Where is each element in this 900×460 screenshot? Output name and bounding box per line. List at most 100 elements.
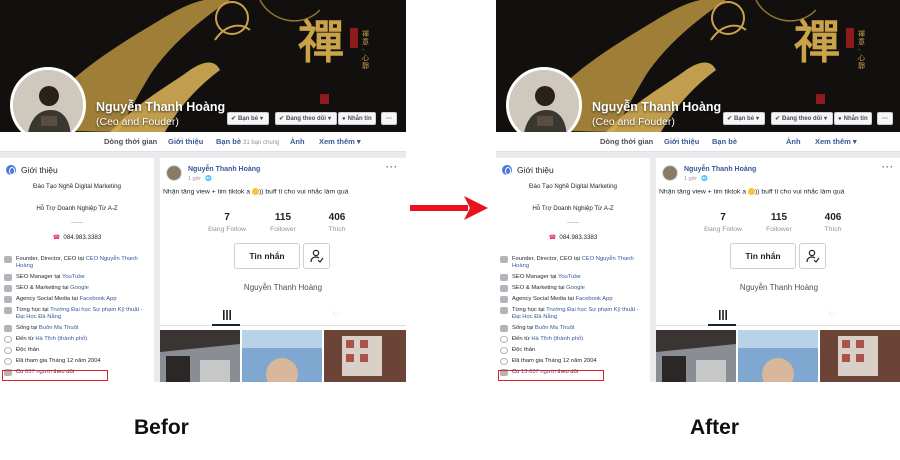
intro-item-link[interactable]: Hà Tĩnh (thành phố) xyxy=(35,336,87,342)
post-author-avatar[interactable] xyxy=(166,165,182,181)
briefcase-icon xyxy=(4,296,12,303)
tab-timeline[interactable]: Dòng thời gian xyxy=(600,137,653,146)
more-options-button[interactable]: ··· xyxy=(381,112,397,125)
intro-bio-line2: Hỗ Trợ Doanh Nghiệp Từ A-Z xyxy=(532,205,614,212)
post-author-name[interactable]: Nguyễn Thanh Hoàng xyxy=(684,166,756,173)
video-thumbnail[interactable] xyxy=(820,330,900,382)
tab-more[interactable]: Xem thêm ▾ xyxy=(815,137,857,146)
post-author-avatar[interactable] xyxy=(662,165,678,181)
stat-likes[interactable]: 406 Thích xyxy=(798,212,868,233)
intro-work-item: SEO Manager tại YouTube xyxy=(4,274,152,281)
more-options-label: ··· xyxy=(882,115,888,122)
intro-bio-separator: —— xyxy=(70,219,84,226)
profile-screenshot-after: 禪 禪 意 · 心 靜 Nguyễn Thanh Hoàng (Ceo and … xyxy=(496,0,900,382)
profile-name[interactable]: Nguyễn Thanh Hoàng xyxy=(592,100,721,114)
smile-emoji-icon xyxy=(747,188,755,195)
post-card: Nguyễn Thanh Hoàng 1 giờ · 🌐 ··· Nhận tă… xyxy=(656,158,900,382)
video-thumbnail[interactable] xyxy=(242,330,322,382)
grid-view-icon[interactable] xyxy=(718,310,728,320)
globe-icon xyxy=(6,165,16,175)
following-button[interactable]: ✔ Đang theo dõi ▾ xyxy=(275,112,338,125)
intro-item-text: Đã tham gia Tháng 12 năm 2004 xyxy=(512,358,597,364)
tiktok-message-button[interactable]: Tin nhắn xyxy=(234,243,300,269)
grid-view-icon[interactable] xyxy=(222,310,232,320)
intro-joined-item: Đã tham gia Tháng 12 năm 2004 xyxy=(4,358,152,365)
user-follow-icon xyxy=(309,249,323,263)
profile-name[interactable]: Nguyễn Thanh Hoàng xyxy=(96,100,225,114)
message-button[interactable]: ● Nhắn tin xyxy=(338,112,376,125)
intro-phone-number: 084.983.3383 xyxy=(63,234,102,241)
intro-title: Giới thiệu xyxy=(517,165,554,175)
intro-item-link[interactable]: YouTube xyxy=(62,274,85,280)
caption-before: Befor xyxy=(134,416,189,439)
tab-timeline[interactable]: Dòng thời gian xyxy=(104,137,157,146)
post-author-name[interactable]: Nguyễn Thanh Hoàng xyxy=(188,166,260,173)
intro-item-link[interactable]: Google xyxy=(566,285,585,291)
intro-item-text: Founder, Director, CEO tại xyxy=(16,256,86,262)
profile-screenshot-before: 禪 禪 意 · 心 靜 Nguyễn Thanh Hoàng (Ceo and … xyxy=(0,0,406,382)
video-thumbnail[interactable] xyxy=(738,330,818,382)
message-button-label: Nhắn tin xyxy=(347,115,372,122)
stat-likes[interactable]: 406 Thích xyxy=(302,212,372,233)
intro-item-link[interactable]: YouTube xyxy=(558,274,581,280)
intro-work-item: SEO & Marketing tại Google xyxy=(500,285,648,292)
tab-friends[interactable]: Bạn bè xyxy=(712,137,737,146)
video-thumbnail[interactable] xyxy=(160,330,240,382)
briefcase-icon xyxy=(500,285,508,292)
post-text: Nhận tăng view + tim tiktok a )) buff tí… xyxy=(163,188,348,195)
messenger-icon: ● xyxy=(342,115,346,122)
follow-user-button[interactable] xyxy=(303,243,330,269)
intro-item-text: Độc thân xyxy=(512,347,536,353)
tab-photos[interactable]: Ảnh xyxy=(290,137,305,146)
graduation-cap-icon xyxy=(500,307,508,314)
messenger-icon: ● xyxy=(838,115,842,122)
post-options-button[interactable]: ··· xyxy=(882,162,894,172)
phone-icon: ☎ xyxy=(52,234,61,241)
video-thumbnail[interactable] xyxy=(324,330,406,382)
location-pin-icon xyxy=(500,336,508,343)
follow-user-button[interactable] xyxy=(799,243,826,269)
tab-more[interactable]: Xem thêm ▾ xyxy=(319,137,361,146)
following-button[interactable]: ✔ Đang theo dõi ▾ xyxy=(771,112,834,125)
intro-item-link[interactable]: Buôn Ma Thuột xyxy=(535,325,575,331)
location-pin-icon xyxy=(4,336,12,343)
liked-videos-icon[interactable]: ♡ xyxy=(332,310,340,321)
tab-about[interactable]: Giới thiệu xyxy=(168,137,203,146)
liked-videos-icon[interactable]: ♡ xyxy=(828,310,836,321)
intro-phone: ☎ 084.983.3383 xyxy=(496,234,650,241)
intro-item-link[interactable]: Facebook App xyxy=(575,296,612,302)
intro-work-item: SEO & Marketing tại Google xyxy=(4,285,152,292)
video-thumbnail[interactable] xyxy=(656,330,736,382)
tab-friends[interactable]: Bạn bè 31 bạn chung xyxy=(216,137,279,146)
intro-item-text: Sống tại xyxy=(16,325,39,331)
stat-likes-value: 406 xyxy=(824,212,842,223)
briefcase-icon xyxy=(500,274,508,281)
tiktok-message-button[interactable]: Tin nhắn xyxy=(730,243,796,269)
intro-item-link[interactable]: Hà Tĩnh (thành phố) xyxy=(531,336,583,342)
intro-item-link[interactable]: Facebook App xyxy=(79,296,116,302)
mutual-friends-count: 31 bạn chung xyxy=(243,140,280,146)
chevron-down-icon: ▾ xyxy=(824,116,828,122)
friends-button[interactable]: ✔ Bạn bè ▾ xyxy=(227,112,270,125)
caption-after: After xyxy=(690,416,740,439)
friends-button[interactable]: ✔ Bạn bè ▾ xyxy=(723,112,766,125)
intro-item-text: Agency Social Media tại xyxy=(16,296,80,302)
intro-work-item: Founder, Director, CEO tại CEO Nguyễn Th… xyxy=(500,256,648,270)
post-timestamp: 1 giờ · 🌐 xyxy=(188,176,212,182)
message-button[interactable]: ● Nhắn tin xyxy=(834,112,872,125)
tab-friends-label: Bạn bè xyxy=(712,137,738,146)
post-timestamp: 1 giờ · 🌐 xyxy=(684,176,708,182)
active-tab-indicator xyxy=(212,324,240,326)
post-options-button[interactable]: ··· xyxy=(386,162,398,172)
more-options-button[interactable]: ··· xyxy=(877,112,893,125)
intro-bio-line1: Đào Tạo Nghề Digital Marketing xyxy=(33,183,121,190)
intro-header: Giới thiệu xyxy=(502,165,554,175)
tab-about[interactable]: Giới thiệu xyxy=(664,137,699,146)
post-display-name: Nguyễn Thanh Hoàng xyxy=(739,283,819,292)
intro-item-link[interactable]: Buôn Ma Thuột xyxy=(39,325,79,331)
post-card: Nguyễn Thanh Hoàng 1 giờ · 🌐 ··· Nhận tă… xyxy=(160,158,406,382)
intro-item-link[interactable]: Google xyxy=(70,285,89,291)
tab-photos[interactable]: Ảnh xyxy=(786,137,801,146)
post-text-part2: )) buff tí cho vui nhắc làm quá xyxy=(258,188,349,196)
intro-item-text: Agency Social Media tại xyxy=(512,296,576,302)
